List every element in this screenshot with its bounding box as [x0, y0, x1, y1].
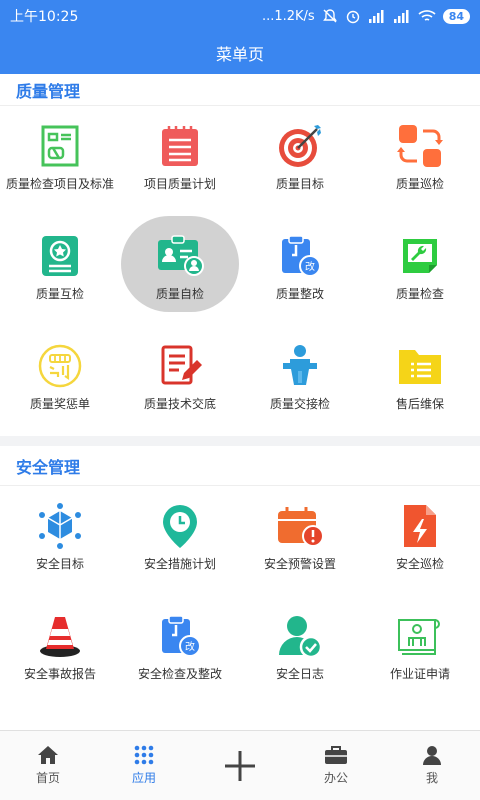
menu-item-quality-plan[interactable]: 项目质量计划: [120, 106, 240, 216]
menu-item-quality-standards[interactable]: 质量检查项目及标准: [0, 106, 120, 216]
section-title-safety: 安全管理: [0, 446, 480, 486]
menu-item-label: 质量自检: [155, 287, 204, 301]
bottom-tab-bar: 首页 应用 办公 我: [0, 730, 480, 800]
quality-grid: 质量检查项目及标准 项目质量计划 质量目标 质量巡检 质量互检 质量自检 改 质…: [0, 106, 480, 436]
safety-grid: 安全目标 安全措施计划 安全预警设置 安全巡检 安全事故报告 改 安全检查及整改…: [0, 486, 480, 706]
menu-item-safety-log[interactable]: 安全日志: [240, 596, 360, 706]
section-title-quality: 质量管理: [0, 74, 480, 106]
section-divider: [0, 436, 480, 446]
silent-icon: [322, 9, 337, 23]
menu-item-label: 安全预警设置: [263, 557, 336, 571]
wifi-icon: [418, 10, 436, 21]
menu-item-label: 安全目标: [35, 557, 84, 571]
home-icon: [38, 746, 58, 764]
menu-item-label: 质量交接检: [269, 397, 330, 411]
briefcase-icon: [325, 746, 347, 764]
menu-item-label: 安全事故报告: [23, 667, 96, 681]
tab-add[interactable]: [192, 731, 288, 800]
tab-label: 我: [425, 771, 438, 785]
tab-label: 办公: [323, 771, 348, 785]
menu-item-quality-reward-penalty[interactable]: 质量奖惩单: [0, 326, 120, 436]
location-clock-icon: [156, 502, 204, 550]
menu-item-label: 安全日志: [275, 667, 324, 681]
menu-item-quality-handover[interactable]: 质量交接检: [240, 326, 360, 436]
signal-icon: [368, 10, 384, 23]
menu-item-label: 质量互检: [35, 287, 84, 301]
signal-icon-2: [393, 10, 409, 23]
menu-item-work-permit[interactable]: 作业证申请: [360, 596, 480, 706]
menu-item-safety-patrol[interactable]: 安全巡检: [360, 486, 480, 596]
lightning-doc-icon: [396, 502, 444, 550]
menu-item-quality-inspection[interactable]: 质量检查: [360, 216, 480, 326]
menu-item-quality-target[interactable]: 质量目标: [240, 106, 360, 216]
svg-text:改: 改: [185, 640, 195, 653]
checklist-icon: [36, 122, 84, 170]
patrol-icon: [396, 122, 444, 170]
menu-item-safety-measures-plan[interactable]: 安全措施计划: [120, 486, 240, 596]
menu-item-quality-self-check[interactable]: 质量自检: [120, 216, 240, 326]
edit-doc-icon: [156, 342, 204, 390]
menu-item-safety-check-rectify[interactable]: 改 安全检查及整改: [120, 596, 240, 706]
user-check-icon: [276, 612, 324, 660]
menu-item-quality-mutual-check[interactable]: 质量互检: [0, 216, 120, 326]
target-icon: [276, 122, 324, 170]
tab-apps[interactable]: 应用: [96, 731, 192, 800]
menu-item-after-sales[interactable]: 售后维保: [360, 326, 480, 436]
menu-item-label: 安全巡检: [395, 557, 444, 571]
person-icon: [423, 746, 441, 765]
menu-item-label: 项目质量计划: [143, 177, 216, 191]
plus-icon: [225, 750, 255, 781]
menu-item-label: 售后维保: [395, 397, 444, 411]
tab-office[interactable]: 办公: [288, 731, 384, 800]
wrench-screen-icon: [396, 232, 444, 280]
menu-item-quality-patrol[interactable]: 质量巡检: [360, 106, 480, 216]
clipboard-fix-icon: 改: [156, 612, 204, 660]
status-bar: 上午10:25 ...1.2K/s 84: [0, 0, 480, 32]
alarm-icon: [346, 10, 359, 24]
traffic-cone-icon: [36, 612, 84, 660]
menu-item-label: 质量奖惩单: [29, 397, 90, 411]
menu-item-label: 作业证申请: [389, 667, 450, 681]
menu-item-quality-rectification[interactable]: 改 质量整改: [240, 216, 360, 326]
menu-item-label: 质量检查项目及标准: [6, 177, 115, 191]
badge-icon: [156, 232, 204, 280]
menu-content[interactable]: 质量管理 质量检查项目及标准 项目质量计划 质量目标 质量巡检 质量互检 质量自…: [0, 74, 480, 730]
menu-item-label: 质量巡检: [395, 177, 444, 191]
tab-label: 首页: [35, 771, 60, 785]
svg-text:改: 改: [305, 260, 315, 273]
menu-item-label: 质量技术交底: [143, 397, 216, 411]
title-bar: 菜单页: [0, 32, 480, 74]
menu-item-label: 安全措施计划: [143, 557, 216, 571]
network-speed: ...1.2K/s: [261, 8, 315, 24]
page-title: 菜单页: [215, 45, 264, 64]
tab-me[interactable]: 我: [384, 731, 480, 800]
podium-icon: [276, 342, 324, 390]
tab-home[interactable]: 首页: [0, 731, 96, 800]
calendar-alert-icon: [276, 502, 324, 550]
menu-item-label: 安全检查及整改: [137, 667, 222, 681]
notepad-icon: [156, 122, 204, 170]
menu-item-quality-tech-briefing[interactable]: 质量技术交底: [120, 326, 240, 436]
network-cube-icon: [36, 502, 84, 550]
tab-label: 应用: [131, 771, 156, 785]
menu-item-label: 质量整改: [275, 287, 324, 301]
folder-icon: [396, 342, 444, 390]
star-card-icon: [36, 232, 84, 280]
menu-item-safety-warning-settings[interactable]: 安全预警设置: [240, 486, 360, 596]
status-time: 上午10:25: [10, 9, 79, 25]
menu-item-safety-accident-report[interactable]: 安全事故报告: [0, 596, 120, 706]
menu-item-safety-target[interactable]: 安全目标: [0, 486, 120, 596]
clipboard-fix-icon: 改: [276, 232, 324, 280]
blueprint-icon: [396, 612, 444, 660]
menu-item-label: 质量目标: [275, 177, 324, 191]
reward-penalty-icon: [36, 342, 84, 390]
menu-item-label: 质量检查: [395, 287, 444, 301]
apps-grid-icon: [134, 745, 154, 765]
battery-level: 84: [442, 8, 470, 24]
